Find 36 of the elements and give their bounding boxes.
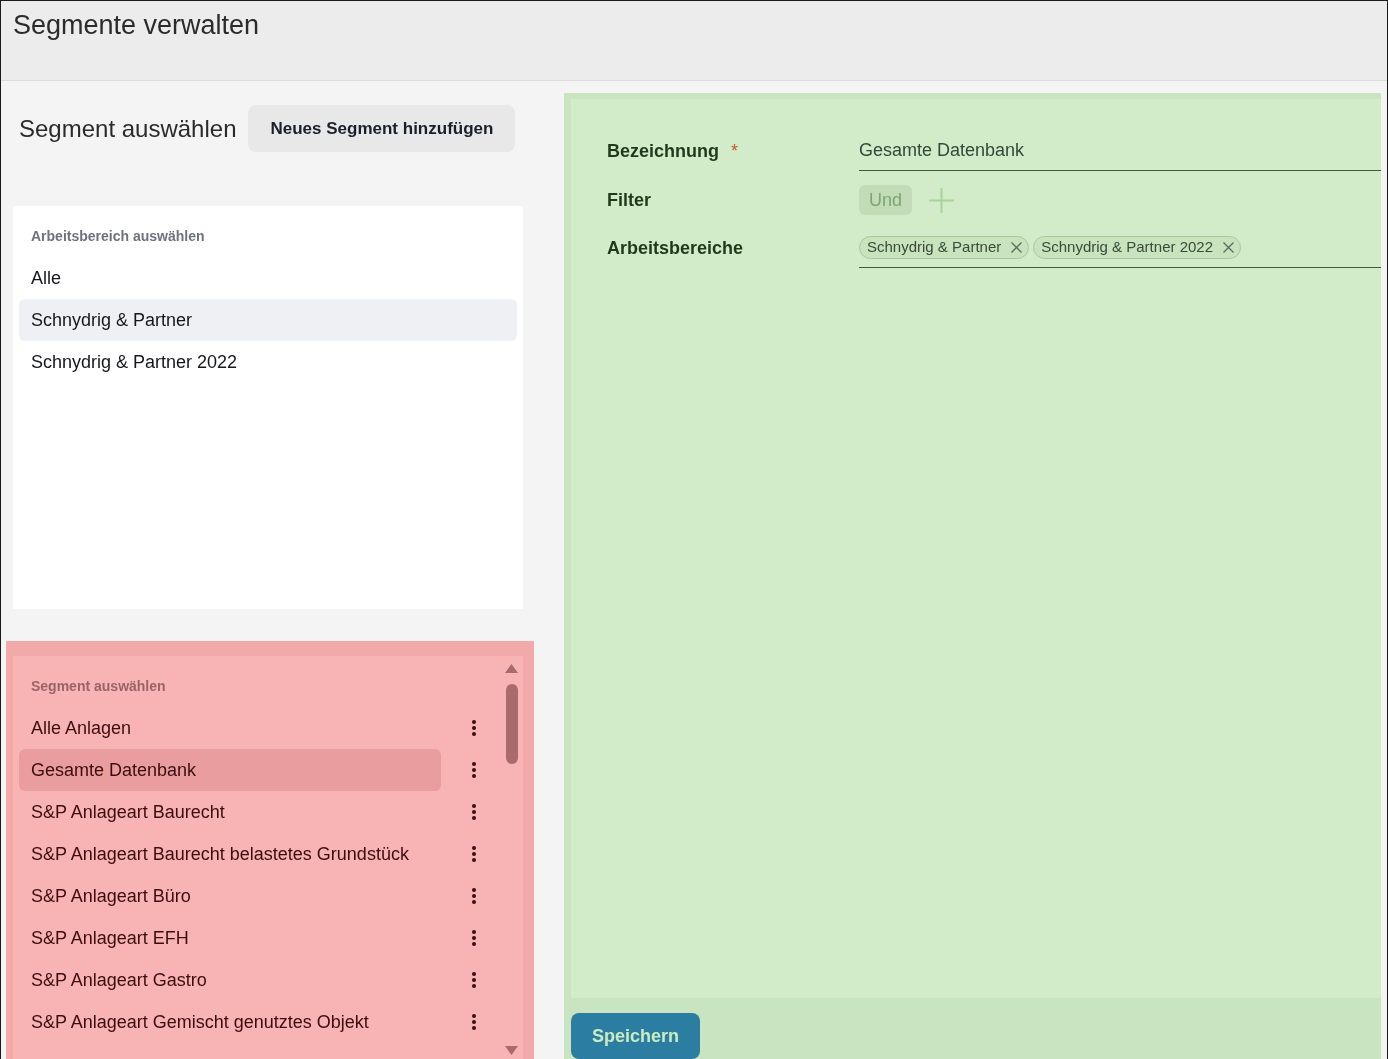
more-options-icon[interactable]	[472, 804, 476, 820]
field-label: Filter	[607, 188, 651, 212]
field-label: Bezeichnung	[607, 139, 719, 163]
segment-item[interactable]: Alle Anlagen	[19, 707, 441, 749]
workspace-item[interactable]: Schnydrig & Partner 2022	[19, 341, 517, 383]
add-segment-button[interactable]: Neues Segment hinzufügen	[248, 105, 516, 152]
list-label: Segment auswählen	[30, 677, 167, 696]
name-field[interactable]: Gesamte Datenbank	[859, 131, 1381, 171]
segment-item[interactable]: Gesamte Datenbank	[19, 749, 441, 791]
workspace-chip[interactable]: Schnydrig & Partner 2022	[1033, 235, 1241, 259]
remove-icon[interactable]	[1223, 241, 1234, 253]
workspace-item[interactable]: Schnydrig & Partner	[19, 299, 517, 341]
segment-item[interactable]: S&P Anlageart Baurecht	[19, 791, 441, 833]
workspace-chip[interactable]: Schnydrig & Partner	[859, 235, 1030, 259]
required-mark: *	[731, 139, 739, 163]
save-button[interactable]: Speichern	[571, 1013, 700, 1059]
page-title: Segmente verwalten	[13, 9, 260, 42]
more-options-icon[interactable]	[472, 972, 476, 988]
section-heading: Segment auswählen	[19, 113, 237, 144]
field-label: Arbeitsbereiche	[607, 237, 744, 260]
more-options-icon[interactable]	[472, 846, 476, 862]
more-options-icon[interactable]	[472, 930, 476, 946]
scrollbar-thumb[interactable]	[505, 684, 518, 764]
more-options-icon[interactable]	[472, 1014, 476, 1030]
more-options-icon[interactable]	[472, 762, 476, 778]
segment-item[interactable]: S&P Anlageart Gastro	[19, 959, 441, 1001]
segment-item[interactable]: S&P Anlageart EFH	[19, 917, 441, 959]
segment-item[interactable]: S&P Anlageart Gemischt genutztes Objekt	[19, 1001, 441, 1043]
workspace-chips-field[interactable]: Schnydrig & Partner Schnydrig & Partner 2022	[859, 229, 1381, 268]
segment-item[interactable]: S&P Anlageart Baurecht belastetes Grundstück	[19, 833, 441, 875]
remove-icon[interactable]	[1011, 241, 1023, 253]
more-options-icon[interactable]	[472, 720, 476, 736]
more-options-icon[interactable]	[472, 888, 476, 904]
workspace-item[interactable]: Alle	[19, 257, 517, 299]
segment-item[interactable]: S&P Anlageart Büro	[19, 875, 441, 917]
list-label: Arbeitsbereich auswählen	[30, 227, 206, 246]
